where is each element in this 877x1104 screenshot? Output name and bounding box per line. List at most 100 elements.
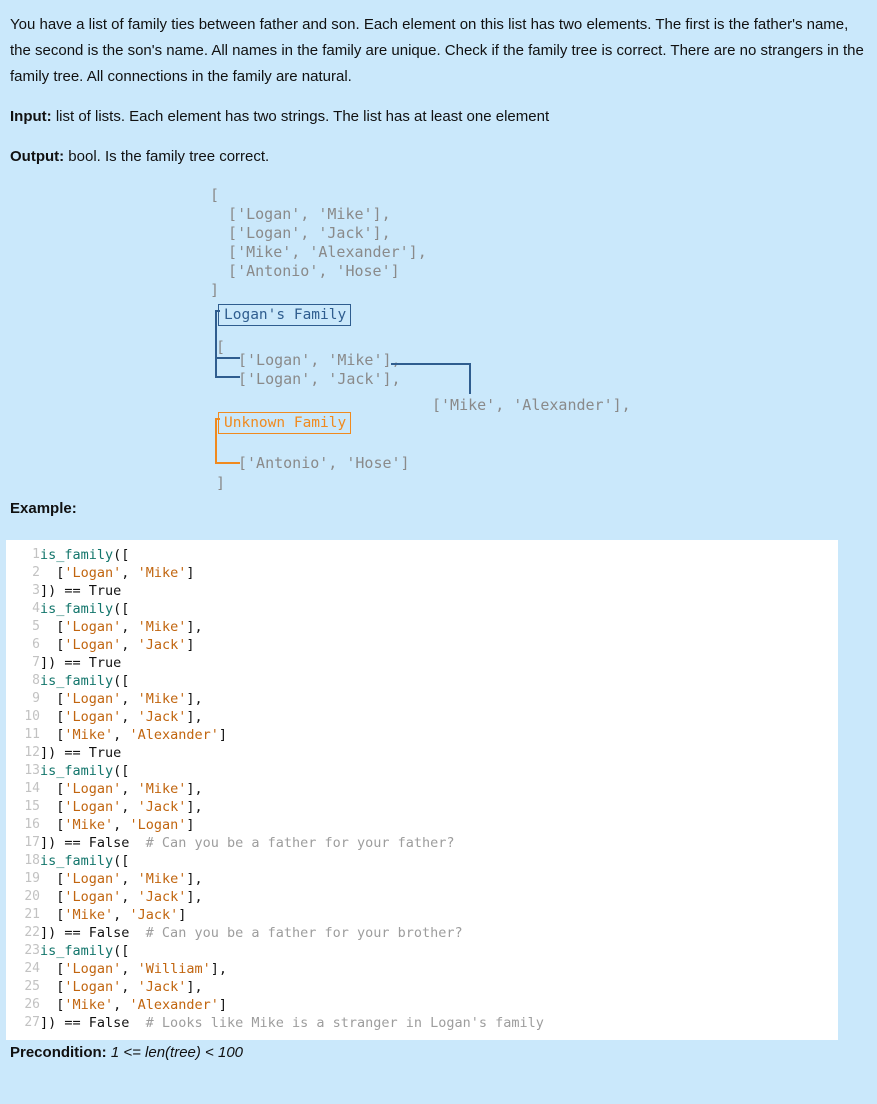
code-line: 15 ['Logan', 'Jack'],	[6, 798, 838, 816]
code-token-pl: ],	[186, 691, 203, 707]
code-token-pl: ,	[121, 637, 138, 653]
code-line: 24 ['Logan', 'William'],	[6, 960, 838, 978]
code-token-pl: ],	[186, 871, 203, 887]
example-label: Example:	[10, 500, 77, 517]
diagram-top-close-bracket: ]	[210, 281, 220, 299]
input-label: Input:	[10, 108, 52, 125]
code-token-pl: ]	[178, 907, 187, 923]
code-token-str: 'Mike'	[137, 691, 187, 707]
code-token-pl: ,	[113, 727, 130, 743]
code-token-pl: ],	[186, 781, 203, 797]
code-line-number: 19	[24, 871, 40, 886]
code-line-content: ['Mike', 'Logan']	[40, 816, 838, 834]
code-token-pl: ]	[186, 817, 195, 833]
code-token-pl: ,	[121, 709, 138, 725]
code-token-fn: is_family	[40, 763, 114, 779]
code-token-str: 'Jack'	[137, 709, 187, 725]
unknown-family-label: Unknown Family	[218, 412, 352, 434]
code-line-content: ]) == True	[40, 744, 838, 762]
example-code-block[interactable]: 1 is_family([2 ['Logan', 'Mike'] 3]) == Tr…	[0, 540, 838, 1040]
code-token-str: 'Mike'	[137, 781, 187, 797]
code-line: 26 ['Mike', 'Alexander']	[6, 996, 838, 1014]
intro-paragraph: You have a list of family ties between f…	[10, 16, 864, 85]
precondition-value: 1 <= len(tree) < 100	[106, 1044, 244, 1061]
code-line-number: 12	[24, 745, 40, 760]
code-token-pl: [	[40, 727, 65, 743]
code-line-content: is_family([	[40, 852, 838, 870]
code-line: 11 ['Mike', 'Alexander']	[6, 726, 838, 744]
code-token-str: 'Alexander'	[129, 997, 219, 1013]
code-token-pl: ]	[186, 637, 195, 653]
code-token-str: 'Logan'	[64, 961, 122, 977]
code-line-content: ['Logan', 'William'],	[40, 960, 838, 978]
code-line: 19 ['Logan', 'Mike'],	[6, 870, 838, 888]
code-token-pl: [	[40, 565, 65, 581]
code-token-pl: ,	[121, 781, 138, 797]
code-token-pl: ,	[121, 961, 138, 977]
code-token-str: 'Mike'	[137, 871, 187, 887]
code-line-content: is_family([	[40, 600, 838, 618]
code-token-fn: is_family	[40, 853, 114, 869]
code-token-kw: True	[88, 745, 122, 761]
code-line-number: 25	[24, 979, 40, 994]
example-heading: Example:	[10, 496, 867, 522]
code-token-str: 'Jack'	[137, 979, 187, 995]
code-line-content: ['Logan', 'Jack'],	[40, 798, 838, 816]
code-token-pl: ],	[186, 619, 203, 635]
code-token-pl: [	[40, 961, 65, 977]
code-line-number: 2	[32, 565, 40, 580]
logans-family-branch-mike	[215, 357, 240, 359]
code-line-content: ['Logan', 'Mike'],	[40, 618, 838, 636]
code-line-number: 11	[24, 727, 40, 742]
diagram-top-open-bracket: [	[210, 186, 220, 204]
code-token-str: 'Logan'	[129, 817, 187, 833]
code-line: 18 is_family([	[6, 852, 838, 870]
code-line: 2 ['Logan', 'Mike']	[6, 564, 838, 582]
code-line-content: ]) == False # Looks like Mike is a stran…	[40, 1014, 838, 1032]
code-line-number: 9	[32, 691, 40, 706]
code-token-str: 'Jack'	[137, 637, 187, 653]
code-token-pl: [	[40, 709, 65, 725]
code-line: 25 ['Logan', 'Jack'],	[6, 978, 838, 996]
unknown-family-branch-antonio	[215, 462, 240, 464]
diagram-logan-open-bracket: [	[216, 338, 226, 356]
code-token-pl: ]	[218, 997, 227, 1013]
code-line: 1 is_family([	[6, 546, 838, 564]
code-token-str: 'Jack'	[137, 799, 187, 815]
code-line: 7]) == True	[6, 654, 838, 672]
code-token-kw: False	[88, 835, 130, 851]
code-line-number: 10	[24, 709, 40, 724]
code-line: 20 ['Logan', 'Jack'],	[6, 888, 838, 906]
code-token-pl: ([	[113, 601, 130, 617]
diagram-top-logan-jack: ['Logan', 'Jack'],	[210, 224, 391, 242]
code-token-str: 'Logan'	[64, 889, 122, 905]
output-label: Output:	[10, 148, 65, 165]
code-token-str: 'Mike'	[64, 817, 114, 833]
code-token-pl: ,	[121, 619, 138, 635]
code-line-number: 1	[32, 547, 40, 562]
code-token-cmt: # Looks like Mike is a stranger in Logan…	[129, 1015, 544, 1031]
diagram-antonio-hose: ['Antonio', 'Hose']	[238, 454, 410, 472]
code-line: 14 ['Logan', 'Mike'],	[6, 780, 838, 798]
code-token-pl: [	[40, 979, 65, 995]
code-line: 10 ['Logan', 'Jack'],	[6, 708, 838, 726]
code-line: 4 is_family([	[6, 600, 838, 618]
code-line-content: is_family([	[40, 942, 838, 960]
code-line-number: 8	[32, 673, 40, 688]
code-token-pl: ],	[186, 889, 203, 905]
code-line: 8 is_family([	[6, 672, 838, 690]
code-token-pl: ,	[113, 997, 130, 1013]
input-text: list of lists. Each element has two stri…	[51, 108, 550, 125]
code-token-str: 'William'	[137, 961, 211, 977]
code-token-pl: ]) ==	[40, 583, 89, 599]
mike-link-vertical	[469, 363, 471, 394]
code-line-content: is_family([	[40, 762, 838, 780]
code-token-pl: ([	[113, 763, 130, 779]
code-token-str: 'Jack'	[137, 889, 187, 905]
code-token-pl: [	[40, 889, 65, 905]
diagram-top-logan-mike: ['Logan', 'Mike'],	[210, 205, 391, 223]
code-token-pl: ([	[113, 547, 130, 563]
code-token-str: 'Mike'	[64, 907, 114, 923]
code-token-pl: ,	[113, 907, 130, 923]
code-token-kw: True	[88, 583, 122, 599]
